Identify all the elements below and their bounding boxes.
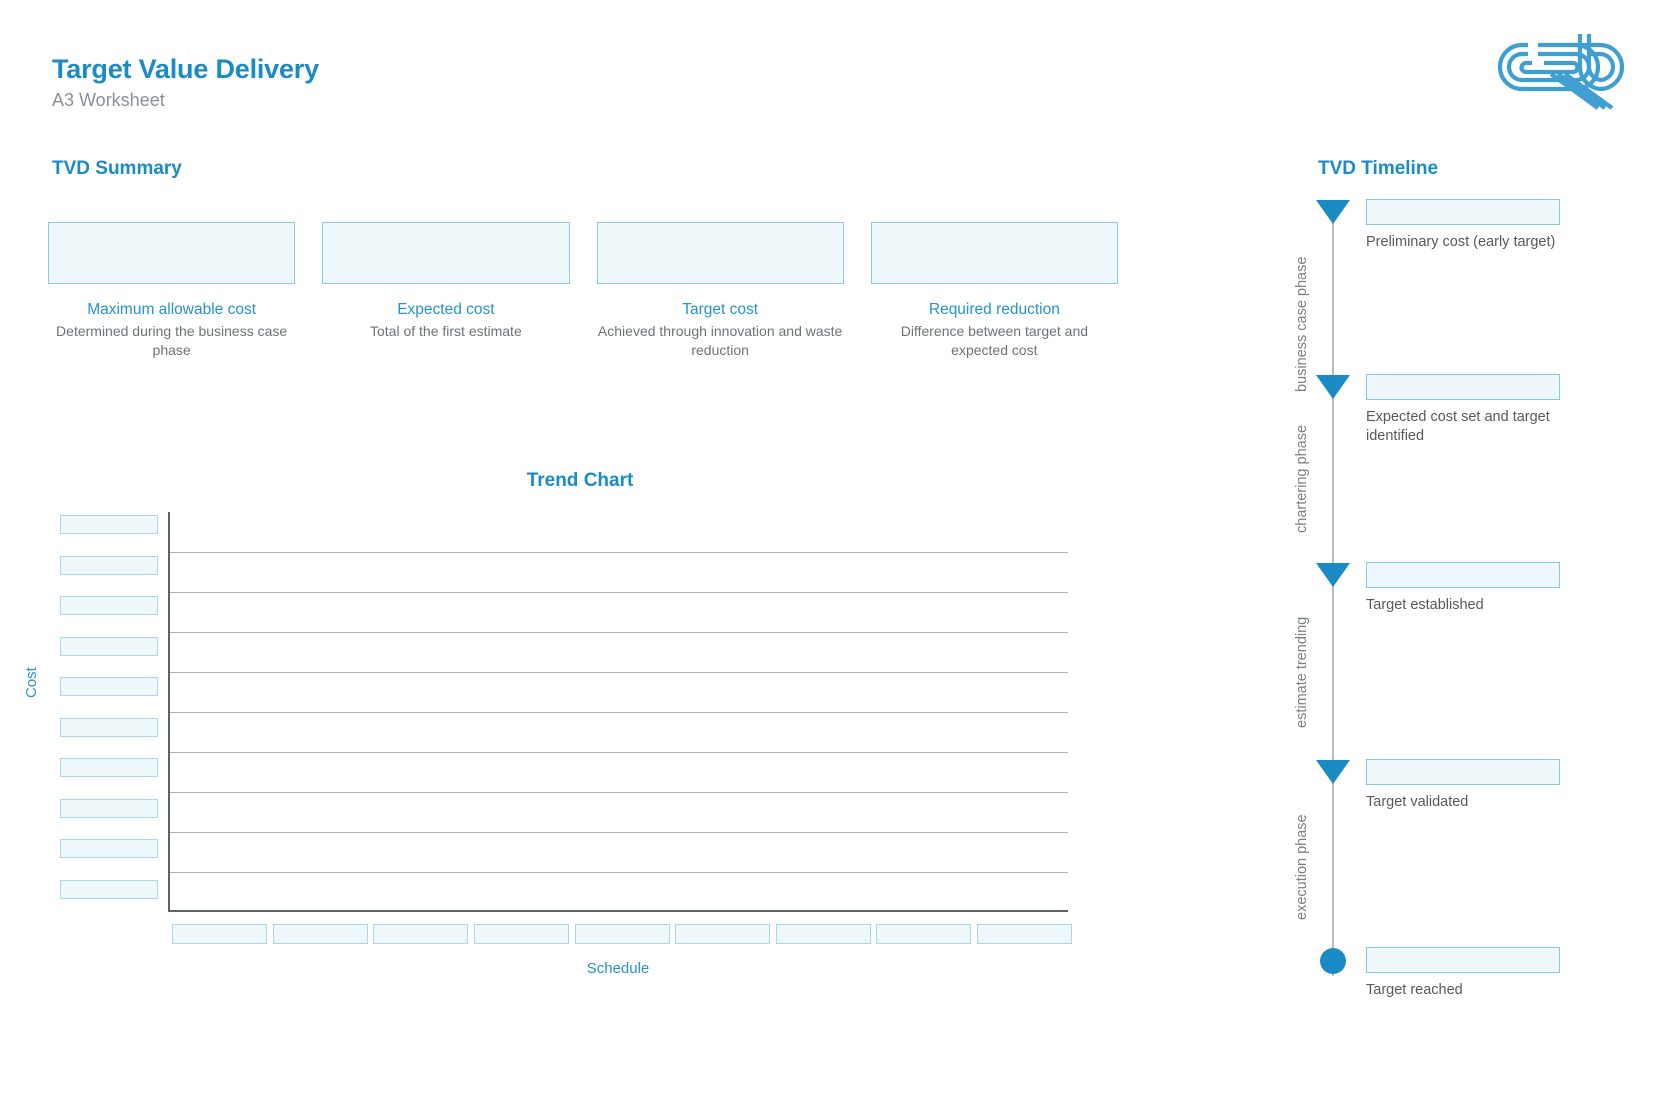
summary-description: Difference between target and expected c… xyxy=(900,323,1089,359)
timeline-phase-label: estimate trending xyxy=(1294,616,1310,728)
chart-gridline xyxy=(170,872,1068,873)
crb-logo xyxy=(1480,22,1640,117)
milestone-label: Preliminary cost (early target) xyxy=(1366,234,1556,250)
x-axis-tick-inputs xyxy=(172,924,1072,946)
summary-description: Achieved through innovation and waste re… xyxy=(597,323,843,359)
milestone-input[interactable] xyxy=(1366,374,1560,400)
timeline-phase-label: chartering phase xyxy=(1294,424,1310,533)
required-reduction-input[interactable] xyxy=(870,222,1118,284)
max-allowable-cost-input[interactable] xyxy=(48,222,296,284)
chart-gridline xyxy=(170,832,1068,833)
x-axis-label: Schedule xyxy=(586,960,650,977)
x-axis-tick-input[interactable] xyxy=(373,924,469,944)
x-axis-tick-input[interactable] xyxy=(876,924,972,944)
triangle-marker xyxy=(1316,760,1350,786)
x-axis-tick-input[interactable] xyxy=(172,924,267,944)
x-axis-tick-input[interactable] xyxy=(675,924,771,944)
chart-gridline xyxy=(170,752,1068,753)
timeline-spine xyxy=(1332,214,1334,976)
summary-cell-required-reduction: Required reduction Difference between ta… xyxy=(870,222,1118,360)
x-axis-tick-input[interactable] xyxy=(775,924,871,944)
timeline-phase-label: business case phase xyxy=(1294,256,1310,392)
triangle-marker-shape xyxy=(1316,375,1350,399)
y-axis-tick-input[interactable] xyxy=(60,798,158,818)
chart-plot-area xyxy=(168,512,1068,912)
circle-marker xyxy=(1316,948,1350,974)
summary-cell-target-cost: Target cost Achieved through innovation … xyxy=(596,222,844,360)
y-axis-tick-input[interactable] xyxy=(60,596,158,615)
trend-chart: Cost Schedule xyxy=(23,512,1120,977)
circle-marker-shape xyxy=(1320,948,1346,974)
page-title: Target Value Delivery xyxy=(52,54,319,84)
milestone-input[interactable] xyxy=(1366,199,1560,225)
summary-cell-max-allowable-cost: Maximum allowable cost Determined during… xyxy=(48,222,296,360)
milestone-label: Target reached xyxy=(1366,982,1463,998)
y-axis-tick-inputs xyxy=(60,512,158,912)
page-subtitle: A3 Worksheet xyxy=(52,89,165,110)
summary-label: Maximum allowable cost xyxy=(87,301,257,318)
x-axis-tick-input[interactable] xyxy=(574,924,670,944)
summary-cell-expected-cost: Expected cost Total of the first estimat… xyxy=(322,222,570,360)
x-axis-tick-input[interactable] xyxy=(272,924,368,944)
y-axis-tick-input[interactable] xyxy=(60,677,158,696)
triangle-marker xyxy=(1316,563,1350,589)
summary-label: Required reduction xyxy=(928,301,1060,318)
tvd-summary-row: Maximum allowable cost Determined during… xyxy=(48,222,1118,360)
y-axis-tick-input[interactable] xyxy=(60,839,158,858)
tvd-timeline-heading: TVD Timeline xyxy=(1318,158,1439,179)
expected-cost-input[interactable] xyxy=(322,222,570,284)
milestone-input[interactable] xyxy=(1366,562,1560,588)
triangle-marker-shape xyxy=(1316,563,1350,587)
milestone-input[interactable] xyxy=(1366,759,1560,785)
y-axis-tick-input[interactable] xyxy=(60,717,158,737)
y-axis-tick-input[interactable] xyxy=(60,879,158,899)
y-axis-label: Cost xyxy=(23,667,40,698)
worksheet-page: Target Value Delivery A3 Worksheet TVD S… xyxy=(0,0,1680,1120)
y-axis-tick-input[interactable] xyxy=(60,636,158,656)
milestone-label: Expected cost set and target identified xyxy=(1366,409,1550,444)
milestone-label: Target validated xyxy=(1366,794,1469,810)
x-axis-tick-input[interactable] xyxy=(473,924,569,944)
y-axis-tick-input[interactable] xyxy=(60,555,158,575)
timeline-phase-label: execution phase xyxy=(1294,814,1310,920)
summary-description: Determined during the business case phas… xyxy=(56,323,288,359)
summary-label: Expected cost xyxy=(397,301,495,318)
triangle-marker-shape xyxy=(1316,760,1350,784)
x-axis-tick-input[interactable] xyxy=(977,924,1072,944)
chart-gridline xyxy=(170,552,1068,553)
chart-gridline xyxy=(170,632,1068,633)
chart-gridline xyxy=(170,672,1068,673)
summary-description: Total of the first estimate xyxy=(370,323,522,340)
milestone-label: Target established xyxy=(1366,597,1484,613)
tvd-timeline: Preliminary cost (early target) Expected … xyxy=(1294,199,1650,1010)
y-axis-tick-input[interactable] xyxy=(60,515,158,534)
triangle-marker-shape xyxy=(1316,200,1350,224)
triangle-marker xyxy=(1316,375,1350,401)
header: Target Value Delivery A3 Worksheet xyxy=(52,54,319,110)
trend-chart-title: Trend Chart xyxy=(526,470,634,491)
summary-label: Target cost xyxy=(682,301,759,318)
chart-gridline xyxy=(170,712,1068,713)
triangle-marker xyxy=(1316,200,1350,226)
y-axis-tick-input[interactable] xyxy=(60,758,158,777)
chart-gridline xyxy=(170,592,1068,593)
milestone-input[interactable] xyxy=(1366,947,1560,973)
tvd-summary-heading: TVD Summary xyxy=(52,158,182,179)
chart-gridline xyxy=(170,792,1068,793)
target-cost-input[interactable] xyxy=(596,222,844,284)
